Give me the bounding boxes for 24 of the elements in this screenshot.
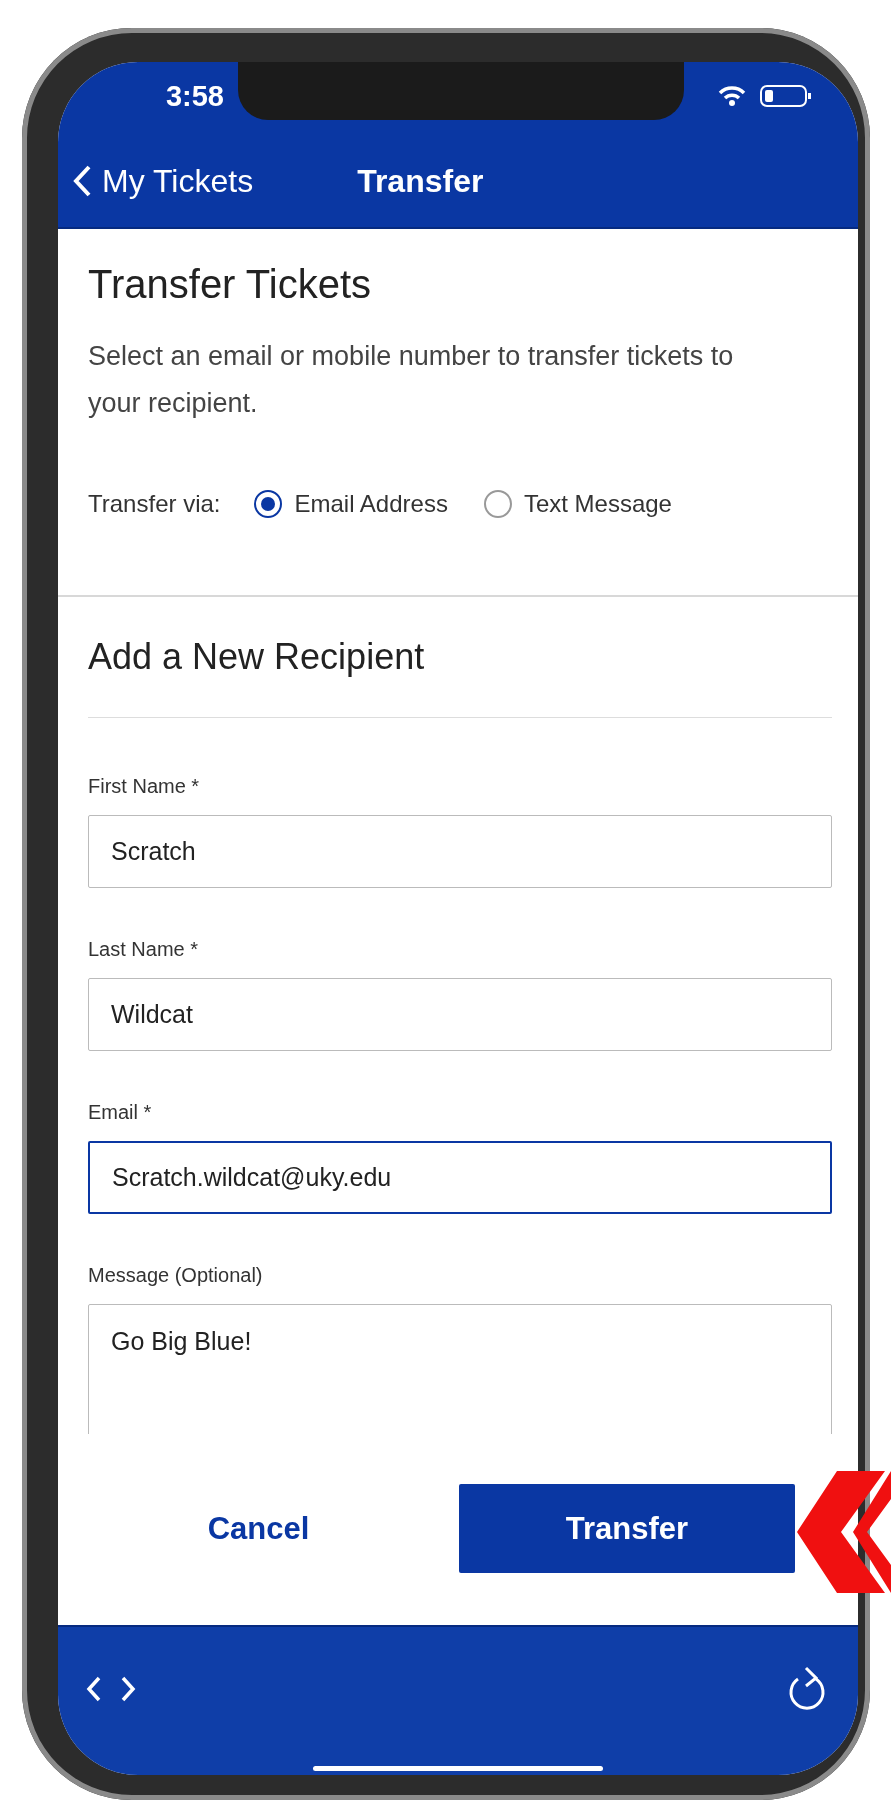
transfer-via-label: Transfer via: (88, 490, 221, 518)
radio-option[interactable]: Email Address (254, 490, 448, 518)
text-field[interactable]: Scratch.wildcat@uky.edu (88, 1141, 832, 1214)
text-field[interactable]: Scratch (88, 815, 832, 888)
field-label: First Name * (88, 774, 201, 798)
text-field[interactable]: Wildcat (88, 978, 832, 1051)
field-label: Email * (88, 1100, 153, 1124)
status-time: 3:58 (164, 80, 225, 113)
field-label: Last Name * (88, 937, 200, 961)
message-field[interactable]: Go Big Blue! (88, 1304, 832, 1434)
radio-button[interactable] (483, 490, 512, 518)
wifi-icon (718, 85, 746, 107)
radio-button[interactable] (254, 490, 283, 518)
section-heading: Add a New Recipient (88, 635, 832, 718)
transfer-button[interactable]: Transfer (459, 1484, 795, 1573)
chevron-left-icon (72, 164, 92, 198)
page-heading: Transfer Tickets (88, 261, 373, 308)
radio-option[interactable]: Text Message (483, 490, 672, 518)
battery-icon (760, 84, 812, 108)
screen-title: Transfer (357, 162, 484, 200)
instruction-text: Select an email or mobile number to transfer tickets to your recipient. (88, 340, 735, 420)
field-label: Message (Optional) (88, 1263, 264, 1287)
cancel-button[interactable]: Cancel (58, 1484, 459, 1573)
back-link[interactable]: My Tickets (72, 162, 254, 200)
